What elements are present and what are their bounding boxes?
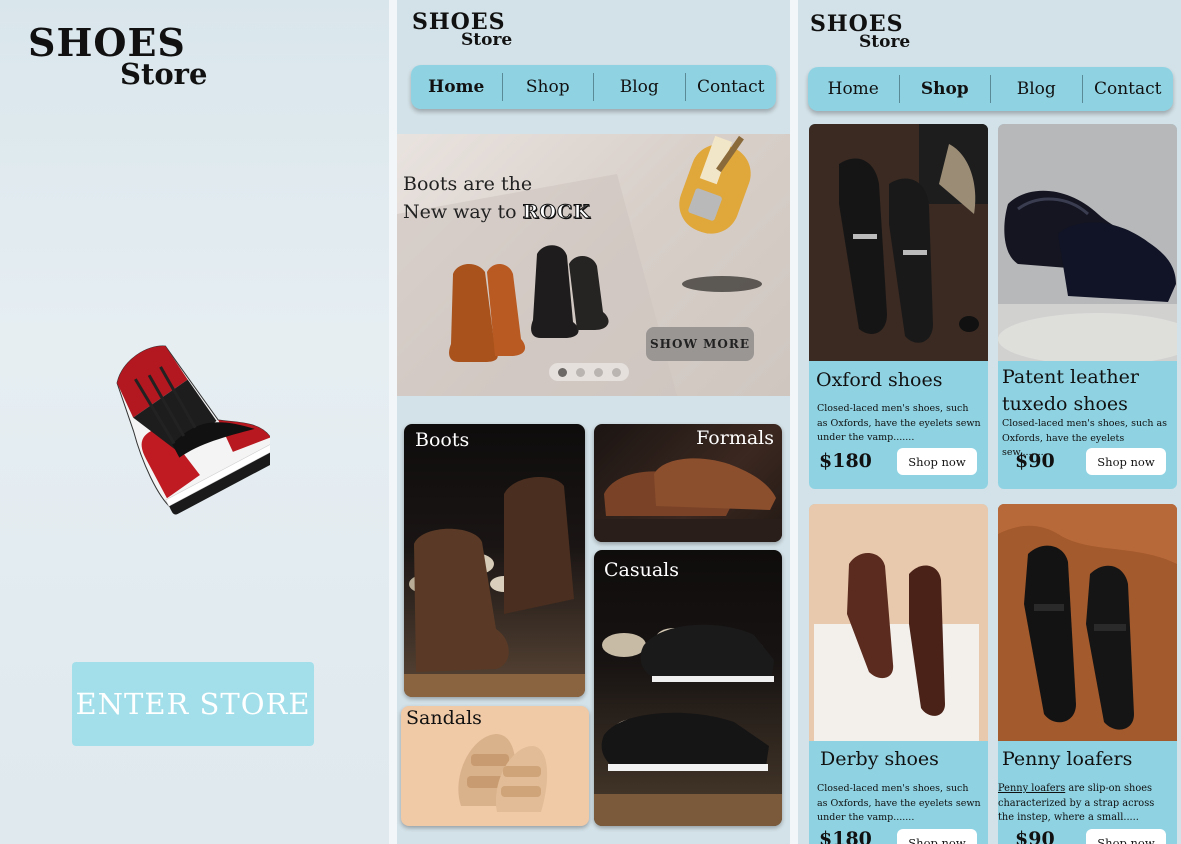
- landing-screen: SHOES Store ENTER STORE: [0, 0, 389, 844]
- nav-shop[interactable]: Shop: [503, 77, 594, 97]
- shop-now-button[interactable]: Shop now: [897, 448, 977, 475]
- home-screen: SHOES Store Home Shop Blog Contact Boots…: [397, 0, 790, 844]
- oxford-shoes-image: [809, 124, 988, 361]
- store-logo: SHOES Store: [412, 9, 513, 50]
- shop-screen: SHOES Store Home Shop Blog Contact Oxfor…: [798, 0, 1181, 844]
- casuals-image: [594, 624, 782, 826]
- nav-home[interactable]: Home: [808, 79, 899, 99]
- category-formals[interactable]: Formals: [594, 424, 782, 542]
- nav-shop[interactable]: Shop: [900, 79, 991, 99]
- tuxedo-shoes-image: [998, 124, 1177, 361]
- category-boots[interactable]: Boots: [404, 424, 585, 697]
- product-card: Derby shoes Closed-laced men's shoes, su…: [809, 504, 988, 844]
- store-logo: SHOES Store: [810, 11, 911, 52]
- show-more-button[interactable]: SHOW MORE: [646, 327, 754, 361]
- carousel-dot[interactable]: [611, 367, 621, 377]
- product-card: Penny loafers Penny loafers are slip-on …: [998, 504, 1177, 844]
- shop-now-button[interactable]: Shop now: [1086, 829, 1166, 844]
- shop-now-button[interactable]: Shop now: [1086, 448, 1166, 475]
- panel-divider: [389, 0, 397, 844]
- category-casuals[interactable]: Casuals: [594, 550, 782, 826]
- derby-shoes-image: [809, 504, 988, 741]
- hero-emphasis: ROCK: [522, 201, 591, 224]
- sneaker-image: [116, 345, 270, 515]
- hero-headline: Boots are the New way to ROCK: [403, 173, 591, 224]
- product-card: Oxford shoes Closed-laced men's shoes, s…: [809, 124, 988, 489]
- panel-divider: [790, 0, 798, 844]
- main-nav: Home Shop Blog Contact: [808, 67, 1173, 111]
- store-logo: SHOES Store: [28, 20, 208, 91]
- boots-image: [404, 476, 585, 697]
- nav-blog[interactable]: Blog: [991, 79, 1082, 99]
- penny-loafers-image: [998, 504, 1177, 741]
- carousel-dot[interactable]: [575, 367, 585, 377]
- main-nav: Home Shop Blog Contact: [411, 65, 776, 109]
- hero-banner: Boots are the New way to ROCK SHOW MORE: [397, 134, 790, 396]
- category-sandals[interactable]: Sandals: [401, 706, 589, 826]
- product-card: Patent leather tuxedo shoes Closed-laced…: [998, 124, 1177, 489]
- nav-contact[interactable]: Contact: [1083, 79, 1174, 99]
- enter-store-button[interactable]: ENTER STORE: [72, 662, 314, 746]
- penny-loafers-link[interactable]: Penny loafers: [998, 783, 1065, 794]
- carousel-dot[interactable]: [593, 367, 603, 377]
- nav-home[interactable]: Home: [411, 77, 502, 97]
- carousel-indicators: [549, 363, 629, 381]
- nav-contact[interactable]: Contact: [686, 77, 777, 97]
- shop-now-button[interactable]: Shop now: [897, 829, 977, 844]
- carousel-dot[interactable]: [557, 367, 567, 377]
- nav-blog[interactable]: Blog: [594, 77, 685, 97]
